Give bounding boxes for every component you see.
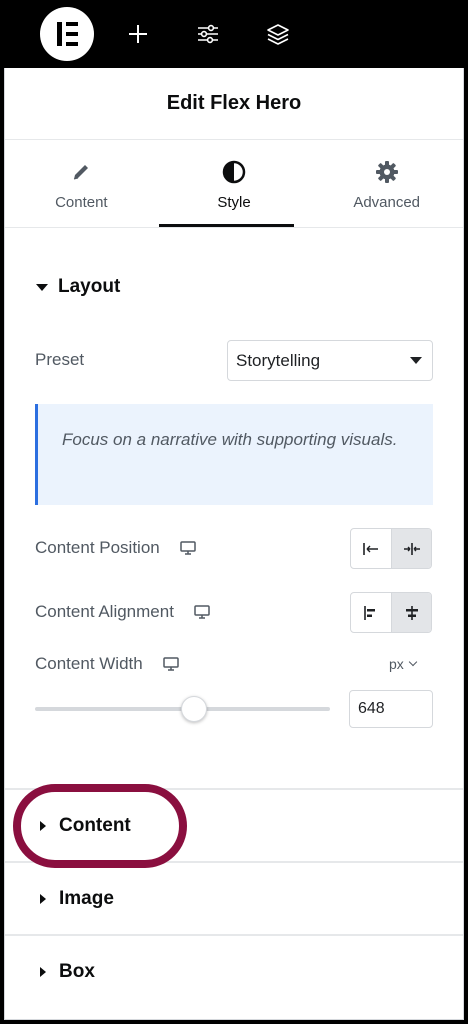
caret-right-icon: [40, 821, 46, 831]
layers-icon: [267, 24, 289, 45]
contrast-icon: [222, 160, 246, 184]
align-start-icon: [363, 542, 378, 555]
active-tab-indicator: [159, 224, 294, 227]
preset-select[interactable]: Storytelling: [227, 340, 433, 381]
box-section-header[interactable]: Box: [5, 961, 95, 983]
alignment-start-button[interactable]: [351, 593, 391, 632]
unit-selector[interactable]: px: [389, 656, 418, 672]
content-width-input[interactable]: [349, 690, 433, 728]
alignment-center-button[interactable]: [391, 593, 431, 632]
panel-header: Edit Flex Hero: [5, 68, 463, 140]
caret-right-icon: [40, 967, 46, 977]
content-position-toggle: [350, 528, 432, 569]
text-align-center-icon: [405, 605, 418, 620]
content-width-label: Content Width: [35, 654, 179, 674]
add-element-button[interactable]: [118, 14, 158, 54]
content-alignment-toggle: [350, 592, 432, 633]
image-section-header[interactable]: Image: [5, 888, 114, 910]
sliders-icon: [198, 24, 218, 44]
chevron-down-icon: [408, 657, 418, 667]
chevron-down-icon: [410, 357, 422, 364]
tab-advanced[interactable]: Advanced: [310, 140, 463, 227]
section-divider: [5, 861, 463, 863]
gear-icon: [375, 160, 399, 184]
position-start-button[interactable]: [351, 529, 391, 568]
desktop-icon[interactable]: [194, 605, 210, 619]
text-align-left-icon: [364, 605, 375, 620]
slider-handle[interactable]: [181, 696, 207, 722]
editor-topbar: [0, 0, 468, 68]
site-settings-button[interactable]: [188, 14, 228, 54]
panel-tabs: Content Style Advanced: [5, 140, 463, 228]
section-divider: [5, 788, 463, 790]
align-center-icon: [403, 542, 420, 555]
desktop-icon[interactable]: [162, 657, 179, 671]
tab-style[interactable]: Style: [158, 140, 311, 227]
pencil-icon: [71, 160, 91, 184]
section-divider: [5, 934, 463, 936]
plus-icon: [129, 25, 147, 43]
preset-description: Focus on a narrative with supporting vis…: [35, 404, 433, 505]
content-alignment-label: Content Alignment: [35, 602, 210, 622]
caret-down-icon: [36, 283, 48, 291]
caret-right-icon: [40, 894, 46, 904]
tab-content[interactable]: Content: [5, 140, 158, 227]
preset-label: Preset: [35, 350, 85, 369]
position-center-button[interactable]: [391, 529, 431, 568]
editor-panel: Edit Flex Hero Content Style Advanced La…: [4, 68, 464, 1020]
panel-title: Edit Flex Hero: [166, 92, 302, 114]
content-section-header[interactable]: Content: [5, 815, 131, 837]
desktop-icon[interactable]: [180, 541, 196, 555]
content-position-label: Content Position: [35, 538, 196, 558]
elementor-logo[interactable]: [40, 7, 94, 61]
layout-section-header[interactable]: Layout: [5, 276, 120, 298]
structure-button[interactable]: [258, 14, 298, 54]
